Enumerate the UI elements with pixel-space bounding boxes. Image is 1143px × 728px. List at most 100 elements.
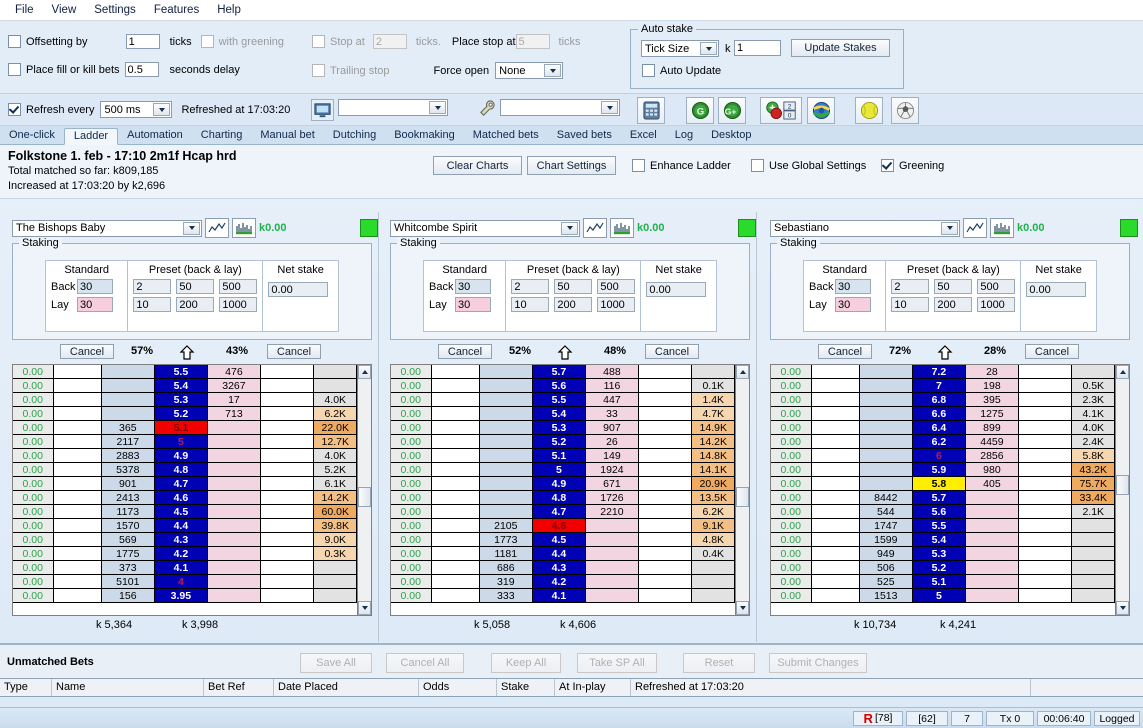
lay-qty-cell[interactable] [585,519,639,533]
tick-size-select[interactable]: Tick Size [641,40,719,57]
lay-qty-cell[interactable]: 447 [585,393,639,407]
lay-bet-cell[interactable] [638,365,693,379]
lay-qty-cell[interactable] [207,435,261,449]
back-bet-cell[interactable] [53,547,102,561]
menu-item-help[interactable]: Help [208,2,250,18]
back-qty-cell[interactable] [859,477,913,491]
odds-cell[interactable]: 4.1 [154,561,208,575]
back-qty-cell[interactable] [479,379,533,393]
greening-g-icon[interactable]: G [686,97,714,124]
lay-bet-cell[interactable] [260,561,315,575]
odds-cell[interactable]: 4.5 [532,533,586,547]
lay-bet-cell[interactable] [260,547,315,561]
lay-stake-input-0[interactable]: 30 [77,297,113,312]
offsetting-ticks-input[interactable] [125,34,160,49]
greening-checkbox[interactable] [881,159,894,172]
back-qty-cell[interactable] [859,365,913,379]
back-bet-cell[interactable] [811,589,860,603]
odds-cell[interactable]: 4.7 [532,505,586,519]
tab-manual-bet[interactable]: Manual bet [251,127,323,144]
back-qty-cell[interactable] [101,393,155,407]
lay-qty-cell[interactable] [207,547,261,561]
back-bet-cell[interactable] [53,379,102,393]
back-bet-cell[interactable] [53,393,102,407]
lay-qty-cell[interactable]: 28 [965,365,1019,379]
lay-qty-cell[interactable]: 405 [965,477,1019,491]
selection-select-1[interactable]: Whitcombe Spirit [390,219,580,237]
lay-bet-cell[interactable] [1018,477,1073,491]
back-qty-cell[interactable] [479,491,533,505]
odds-cell[interactable]: 5.4 [154,379,208,393]
scroll-down-button-0[interactable] [358,601,371,615]
lay-qty-cell[interactable] [585,575,639,589]
lay-qty-cell[interactable] [207,421,261,435]
calculator-icon[interactable] [637,97,665,124]
enhance-ladder-checkbox[interactable] [632,159,645,172]
odds-cell[interactable]: 5 [912,589,966,603]
save-all-button[interactable]: Save All [300,653,372,673]
back-qty-cell[interactable]: 156 [101,589,155,603]
lay-qty-cell[interactable]: 26 [585,435,639,449]
back-qty-cell[interactable]: 1773 [479,533,533,547]
odds-cell[interactable]: 6.8 [912,393,966,407]
back-qty-cell[interactable]: 2105 [479,519,533,533]
take-sp-all-button[interactable]: Take SP All [577,653,657,673]
lay-qty-cell[interactable]: 33 [585,407,639,421]
update-stakes-button[interactable]: Update Stakes [791,39,890,57]
back-qty-cell[interactable]: 506 [859,561,913,575]
lay-bet-cell[interactable] [1018,575,1073,589]
lay-qty-cell[interactable]: 198 [965,379,1019,393]
tab-bookmaking[interactable]: Bookmaking [385,127,464,144]
market-combo-1[interactable] [338,99,448,116]
back-qty-cell[interactable]: 569 [101,533,155,547]
back-qty-cell[interactable]: 333 [479,589,533,603]
lay-bet-cell[interactable] [638,491,693,505]
back-bet-cell[interactable] [53,575,102,589]
back-bet-cell[interactable] [811,449,860,463]
cancel-all-button[interactable]: Cancel All [386,653,464,673]
preset-4-0[interactable]: 10 [133,297,172,312]
lay-bet-cell[interactable] [260,463,315,477]
back-qty-cell[interactable] [479,463,533,477]
lay-bet-cell[interactable] [1018,491,1073,505]
column-header-name[interactable]: Name [52,679,204,696]
lay-bet-cell[interactable] [260,449,315,463]
odds-cell[interactable]: 5 [532,463,586,477]
back-bet-cell[interactable] [53,435,102,449]
preset-6-1[interactable]: 1000 [597,297,636,312]
back-qty-cell[interactable] [859,393,913,407]
odds-cell[interactable]: 5.8 [912,477,966,491]
back-qty-cell[interactable]: 949 [859,547,913,561]
odds-cell[interactable]: 5.5 [912,519,966,533]
lay-bet-cell[interactable] [1018,561,1073,575]
lay-qty-cell[interactable] [207,491,261,505]
lay-bet-cell[interactable] [1018,463,1073,477]
lay-bet-cell[interactable] [638,407,693,421]
odds-cell[interactable]: 5.2 [532,435,586,449]
lay-qty-cell[interactable]: 1726 [585,491,639,505]
lay-stake-input-2[interactable]: 30 [835,297,871,312]
preset-3-1[interactable]: 500 [597,279,636,294]
globe-icon[interactable] [807,97,835,124]
back-qty-cell[interactable] [479,505,533,519]
cancel-lay-button-0[interactable]: Cancel [267,344,321,359]
preset-1-1[interactable]: 2 [511,279,550,294]
back-qty-cell[interactable]: 373 [101,561,155,575]
scroll-thumb-2[interactable] [1116,475,1129,495]
submit-changes-button[interactable]: Submit Changes [769,653,867,673]
lay-qty-cell[interactable] [965,519,1019,533]
back-bet-cell[interactable] [53,561,102,575]
with-greening-checkbox[interactable] [200,35,214,48]
lay-bet-cell[interactable] [1018,379,1073,393]
cancel-lay-button-2[interactable]: Cancel [1025,344,1079,359]
lay-qty-cell[interactable]: 4459 [965,435,1019,449]
lay-bet-cell[interactable] [638,449,693,463]
clear-charts-button[interactable]: Clear Charts [433,156,522,175]
refresh-interval-select[interactable]: 500 ms [100,101,173,118]
lay-bet-cell[interactable] [1018,547,1073,561]
odds-cell[interactable]: 5.9 [912,463,966,477]
odds-cell[interactable]: 4.4 [154,519,208,533]
odds-cell[interactable]: 4.6 [154,491,208,505]
lay-qty-cell[interactable] [965,547,1019,561]
lay-bet-cell[interactable] [1018,421,1073,435]
